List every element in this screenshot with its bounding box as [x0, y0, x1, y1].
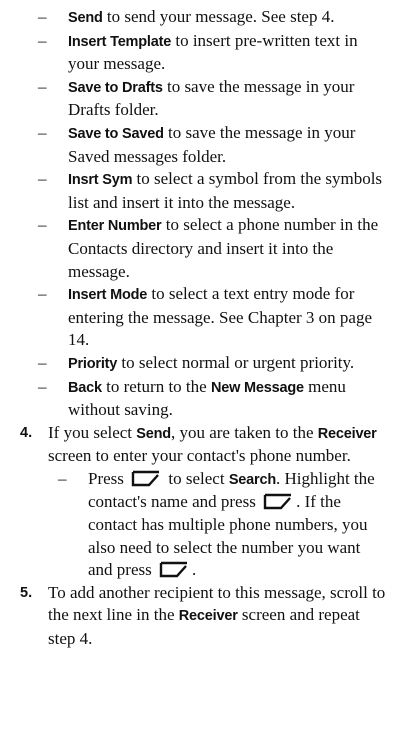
left-softkey-icon [263, 493, 293, 510]
list-item: Enter Number to select a phone number in… [38, 214, 388, 283]
list-item: Save to Drafts to save the message in yo… [38, 76, 388, 122]
step-number: 5. [20, 584, 33, 601]
list-item: Back to return to the New Message menu w… [38, 376, 388, 422]
left-softkey-icon [159, 561, 189, 578]
list-item: Insrt Sym to select a symbol from the sy… [38, 168, 388, 214]
left-softkey-icon [131, 470, 161, 487]
list-item: Save to Saved to save the message in you… [38, 122, 388, 168]
step-5: 5. To add another recipient to this mess… [20, 582, 386, 649]
list-item: Insert Mode to select a text entry mode … [38, 283, 388, 352]
step-number: 4. [20, 424, 33, 441]
step-4-sublist: Press to select Search. Highlight the co… [48, 468, 388, 582]
list-item: Priority to select normal or urgent prio… [38, 352, 388, 376]
message-options-list: Send to send your message. See step 4. I… [18, 6, 388, 422]
list-item: Press to select Search. Highlight the co… [58, 468, 388, 582]
step-4: 4. If you select Send, you are taken to … [18, 422, 388, 582]
manual-page: Send to send your message. See step 4. I… [0, 0, 396, 732]
list-item: Send to send your message. See step 4. [38, 6, 388, 30]
list-item: Insert Template to insert pre-written te… [38, 30, 388, 76]
